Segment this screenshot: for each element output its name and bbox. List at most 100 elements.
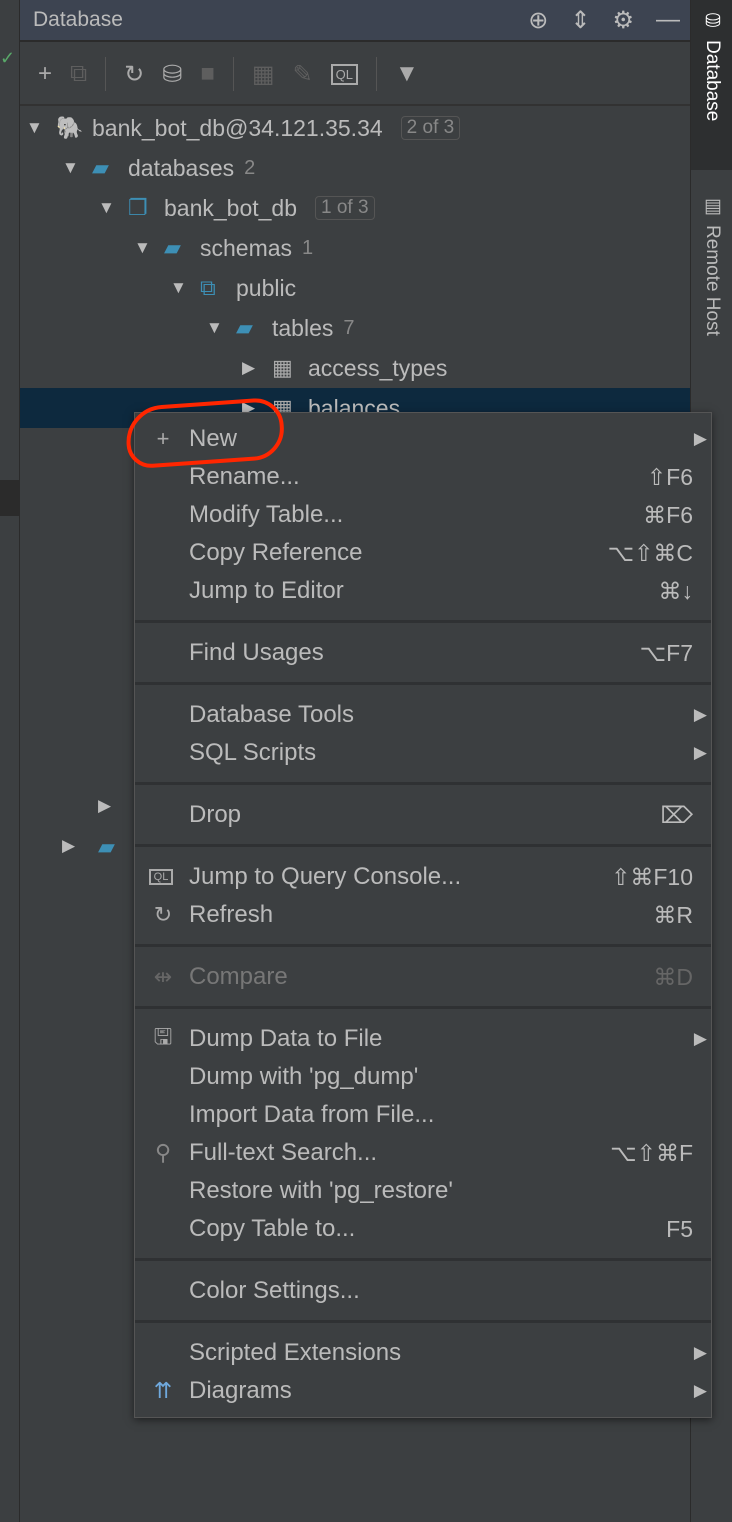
compare-icon: ⇹ (153, 964, 173, 989)
menu-label: Copy Reference (189, 539, 363, 566)
save-icon: 🖫 (153, 1024, 173, 1049)
folder-icon: ▰ (164, 235, 181, 260)
menu-label: SQL Scripts (189, 739, 317, 766)
query-console-icon[interactable]: QL (330, 63, 359, 85)
menu-item-pg-dump[interactable]: Dump with 'pg_dump' (135, 1058, 711, 1096)
expand-arrow-icon[interactable]: ▼ (62, 158, 92, 178)
tree-node-database[interactable]: ▼ ❐ bank_bot_db 1 of 3 (20, 188, 690, 228)
shortcut: ⌘↓ (658, 577, 694, 604)
menu-item-new[interactable]: + New ▶ (135, 420, 711, 458)
database-icon: ❐ (128, 195, 148, 220)
menu-item-jump-to-editor[interactable]: Jump to Editor ⌘↓ (135, 572, 711, 610)
add-icon[interactable]: + (38, 60, 52, 88)
tree-node-datasource[interactable]: ▼ 🐘 bank_bot_db@34.121.35.34 2 of 3 (20, 108, 690, 148)
menu-item-import-data[interactable]: Import Data from File... (135, 1096, 711, 1134)
minimize-icon[interactable]: — (656, 6, 680, 35)
table-icon[interactable]: ▦ (252, 60, 275, 89)
menu-item-database-tools[interactable]: Database Tools ▶ (135, 696, 711, 734)
folder-icon: ▰ (92, 155, 109, 180)
menu-item-diagrams[interactable]: ⇈ Diagrams ▶ (135, 1372, 711, 1410)
tab-remote-host[interactable]: ▤ Remote Host (691, 185, 732, 346)
menu-label: Dump with 'pg_dump' (189, 1063, 419, 1090)
menu-item-full-text-search[interactable]: ⚲ Full-text Search... ⌥⇧⌘F (135, 1134, 711, 1172)
tree-node-schema[interactable]: ▼ ⧉ public (20, 268, 690, 308)
shortcut: ⌥⇧⌘C (607, 539, 693, 566)
tree-node-tables[interactable]: ▼ ▰ tables 7 (20, 308, 690, 348)
tab-database[interactable]: ⛁ Database (691, 0, 732, 170)
collapse-arrow-icon[interactable]: ▶ (98, 796, 111, 816)
panel-title: Database (33, 8, 123, 31)
menu-item-drop[interactable]: Drop ⌦ (135, 796, 711, 834)
node-count: 1 (302, 236, 314, 259)
menu-item-scripted-extensions[interactable]: Scripted Extensions ▶ (135, 1334, 711, 1372)
submenu-arrow-icon: ▶ (693, 1381, 707, 1400)
submenu-arrow-icon: ▶ (693, 1029, 707, 1048)
menu-label: Dump Data to File (189, 1025, 383, 1052)
expand-arrow-icon[interactable]: ▼ (134, 238, 164, 258)
menu-item-jump-to-query-console[interactable]: QL Jump to Query Console... ⇧⌘F10 (135, 858, 711, 896)
folder-icon: ▰ (98, 834, 115, 859)
expand-arrow-icon[interactable]: ▼ (206, 318, 236, 338)
menu-item-pg-restore[interactable]: Restore with 'pg_restore' (135, 1172, 711, 1210)
collapse-all-icon[interactable]: ⇕ (570, 6, 590, 35)
menu-label: New (189, 425, 238, 452)
menu-label: Compare (189, 963, 288, 990)
menu-label: Import Data from File... (189, 1101, 435, 1128)
menu-item-copy-reference[interactable]: Copy Reference ⌥⇧⌘C (135, 534, 711, 572)
menu-label: Scripted Extensions (189, 1339, 402, 1366)
menu-separator (135, 1258, 711, 1261)
menu-item-find-usages[interactable]: Find Usages ⌥F7 (135, 634, 711, 672)
menu-label: Rename... (189, 463, 300, 490)
panel-header: Database ⊕ ⇕ ⚙ — (20, 0, 690, 42)
expand-arrow-icon[interactable]: ▼ (170, 278, 200, 298)
tree-node-schemas[interactable]: ▼ ▰ schemas 1 (20, 228, 690, 268)
menu-separator (135, 682, 711, 685)
refresh-icon: ↻ (153, 902, 173, 927)
gear-icon[interactable]: ⚙ (612, 6, 634, 35)
menu-label: Refresh (189, 901, 274, 928)
collapse-arrow-icon[interactable]: ▶ (242, 358, 272, 378)
filter-icon[interactable]: ▼ (395, 60, 419, 88)
expand-arrow-icon[interactable]: ▼ (98, 198, 128, 218)
tree-node-databases[interactable]: ▼ ▰ databases 2 (20, 148, 690, 188)
edit-icon[interactable]: ✎ (293, 60, 313, 89)
menu-separator (135, 944, 711, 947)
locate-icon[interactable]: ⊕ (528, 6, 548, 35)
collapse-arrow-icon[interactable]: ▶ (62, 836, 75, 856)
duplicate-icon[interactable]: ⧉ (70, 60, 87, 88)
menu-label: Find Usages (189, 639, 324, 666)
menu-item-copy-table[interactable]: Copy Table to... F5 (135, 1210, 711, 1248)
menu-item-color-settings[interactable]: Color Settings... (135, 1272, 711, 1310)
node-count: 7 (343, 316, 355, 339)
shortcut: ⇧⌘F10 (611, 863, 693, 890)
submenu-arrow-icon: ▶ (693, 743, 707, 762)
diagram-icon: ⇈ (153, 1378, 173, 1403)
menu-label: Full-text Search... (189, 1139, 378, 1166)
submenu-arrow-icon: ▶ (693, 705, 707, 724)
menu-item-dump-data[interactable]: 🖫 Dump Data to File ▶ (135, 1020, 711, 1058)
divider (376, 57, 378, 91)
node-badge: 1 of 3 (315, 196, 375, 220)
menu-label: Diagrams (189, 1377, 292, 1404)
node-label: schemas (200, 234, 293, 261)
database-icon: ⛁ (702, 10, 723, 32)
stop-icon[interactable]: ■ (200, 60, 215, 88)
db-properties-icon[interactable]: ⛁ (162, 60, 182, 89)
left-gutter: ✓ (0, 0, 20, 1522)
tree-node-table[interactable]: ▶ ▦ access_types (20, 348, 690, 388)
menu-item-modify-table[interactable]: Modify Table... ⌘F6 (135, 496, 711, 534)
divider (105, 57, 107, 91)
tab-label: Remote Host (702, 225, 723, 336)
folder-icon: ▰ (236, 315, 253, 340)
delete-key-icon: ⌦ (660, 801, 693, 828)
postgres-icon: 🐘 (56, 115, 84, 140)
node-count: 2 (244, 156, 256, 179)
tab-label: Database (702, 40, 723, 122)
node-badge: 2 of 3 (400, 116, 461, 140)
menu-item-refresh[interactable]: ↻ Refresh ⌘R (135, 896, 711, 934)
expand-arrow-icon[interactable]: ▼ (26, 118, 56, 138)
menu-item-sql-scripts[interactable]: SQL Scripts ▶ (135, 734, 711, 772)
node-label: bank_bot_db@34.121.35.34 (92, 114, 383, 141)
menu-item-rename[interactable]: Rename... ⇧F6 (135, 458, 711, 496)
refresh-icon[interactable]: ↻ (124, 60, 144, 89)
